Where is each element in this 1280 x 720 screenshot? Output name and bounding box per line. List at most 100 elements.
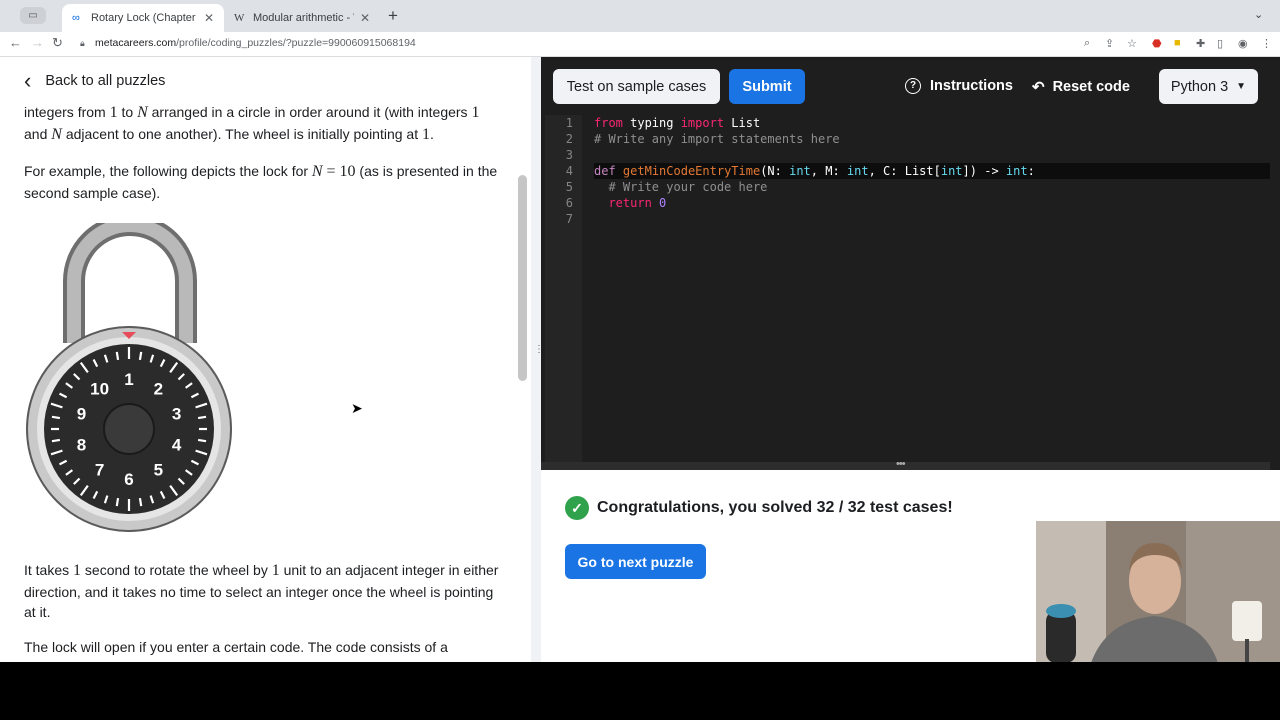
- back-arrow-icon[interactable]: ←: [9, 35, 22, 50]
- code-line[interactable]: def getMinCodeEntryTime(N: int, M: int, …: [594, 163, 1270, 179]
- code-token: int: [846, 164, 869, 178]
- address-bar[interactable]: metacareers.com/profile/coding_puzzles/?…: [95, 37, 416, 49]
- code-line[interactable]: [594, 211, 1270, 227]
- side-panel-icon[interactable]: ▯: [1217, 37, 1223, 50]
- undo-icon: ↶: [1032, 79, 1045, 96]
- submit-button[interactable]: Submit: [729, 69, 805, 104]
- code-token: # Write your code here: [608, 180, 768, 194]
- dial-tick: [138, 351, 143, 361]
- paragraph-example: For example, the following depicts the l…: [24, 161, 502, 203]
- address-toolbar: ← → ↻ 🔒︎ metacareers.com/profile/coding_…: [0, 32, 1280, 57]
- language-label: Python 3: [1170, 78, 1229, 95]
- dial-center: [103, 403, 155, 455]
- reset-code-button[interactable]: ↶ Reset code: [1032, 78, 1130, 96]
- code-line[interactable]: from typing import List: [594, 115, 1270, 131]
- editor-result-splitter[interactable]: •••: [541, 458, 1270, 470]
- extension-icon[interactable]: ■: [1174, 37, 1181, 49]
- dial-tick: [51, 415, 61, 420]
- tab-search-icon[interactable]: ▭: [20, 7, 46, 24]
- code-token: int: [940, 164, 963, 178]
- dial-number: 7: [95, 460, 104, 479]
- line-number-gutter: 1 2 3 4 5 6 7: [545, 115, 582, 462]
- code-line[interactable]: # Write any import statements here: [594, 131, 1270, 147]
- caret-down-icon: ▼: [1236, 81, 1247, 92]
- dial-number: 5: [154, 460, 163, 479]
- adblock-extension-icon[interactable]: ⬣: [1152, 37, 1162, 50]
- menu-kebab-icon[interactable]: ⋮: [1261, 37, 1272, 50]
- meta-favicon-icon: ∞: [72, 12, 80, 24]
- code-token: , M:: [810, 164, 847, 178]
- reload-icon[interactable]: ↻: [52, 35, 63, 51]
- tab-wikipedia[interactable]: W Modular arithmetic - Wikipedi ✕: [224, 4, 380, 32]
- editor-toolbar: Test on sample cases Submit ? Instructio…: [541, 57, 1280, 115]
- close-tab-icon[interactable]: ✕: [360, 11, 370, 25]
- tab-list-chevron-icon[interactable]: ⌄: [1254, 8, 1263, 21]
- dial-number: 6: [124, 470, 133, 489]
- puzzle-extensions-icon[interactable]: ✚: [1196, 37, 1205, 50]
- code-token: ]): [962, 164, 977, 178]
- code-editor[interactable]: 1 2 3 4 5 6 7 from typing import List # W…: [545, 115, 1270, 462]
- dial-tick: [197, 438, 207, 443]
- text: It takes: [24, 562, 70, 578]
- tab-rotary-lock[interactable]: ∞ Rotary Lock (Chapter 1) | Met ✕: [62, 4, 224, 32]
- back-to-puzzles-link[interactable]: ‹ Back to all puzzles: [24, 70, 165, 92]
- test-sample-cases-button[interactable]: Test on sample cases: [553, 69, 720, 104]
- url-host: metacareers.com: [95, 37, 177, 49]
- share-icon[interactable]: ⇪: [1105, 37, 1114, 50]
- code-line[interactable]: [594, 147, 1270, 163]
- new-tab-icon[interactable]: +: [388, 6, 398, 26]
- dial-number: 9: [77, 405, 86, 424]
- line-number: 6: [565, 196, 573, 210]
- profile-icon[interactable]: ◉: [1238, 37, 1248, 50]
- math: 1: [73, 562, 82, 579]
- forward-arrow-icon[interactable]: →: [31, 35, 44, 50]
- instructions-button[interactable]: ? Instructions: [905, 78, 1013, 94]
- code-lines[interactable]: from typing import List # Write any impor…: [594, 115, 1270, 227]
- tab-title: Rotary Lock (Chapter 1) | Met: [91, 12, 198, 24]
- rotary-lock-image: 1 23 45 6 78 910: [26, 223, 232, 532]
- dial-number: 3: [172, 405, 181, 424]
- bookmark-star-icon[interactable]: ☆: [1127, 37, 1137, 50]
- code-token: return: [608, 196, 652, 210]
- drag-handle-icon[interactable]: •••: [896, 458, 906, 470]
- text: .: [430, 125, 434, 142]
- dial-tick: [115, 351, 120, 361]
- code-token: import: [680, 116, 725, 130]
- next-puzzle-button[interactable]: Go to next puzzle: [565, 544, 706, 579]
- line-number: 2: [565, 132, 573, 146]
- line-number: 5: [565, 180, 573, 194]
- dial-tick: [51, 438, 61, 443]
- dial-tick: [138, 497, 143, 507]
- code-token: :: [1027, 164, 1035, 178]
- lock-icon[interactable]: 🔒︎: [80, 38, 85, 49]
- dial-number: 1: [124, 370, 133, 389]
- code-line[interactable]: # Write your code here: [594, 179, 1270, 195]
- language-select[interactable]: Python 3 ▼: [1159, 69, 1258, 104]
- problem-statement-pane: ‹ Back to all puzzles integers from 1 to…: [0, 57, 531, 662]
- paragraph-code: The lock will open if you enter a certai…: [24, 637, 502, 658]
- code-line[interactable]: return 0: [594, 195, 1270, 211]
- code-token: 0: [659, 196, 667, 210]
- text: adjacent to one another). The wheel is i…: [65, 125, 419, 142]
- checkmark-icon: ✓: [565, 496, 589, 520]
- text: For example, the following depicts the l…: [24, 163, 309, 179]
- tab-title: Modular arithmetic - Wikipedi: [253, 12, 354, 24]
- text: second to rotate the wheel by: [84, 562, 268, 578]
- zoom-icon[interactable]: ⌕: [1084, 37, 1090, 50]
- success-message: Congratulations, you solved 32 / 32 test…: [597, 499, 953, 516]
- dial-number: 4: [172, 435, 182, 454]
- code-token: getMinCodeEntryTime: [622, 164, 761, 178]
- paragraph-rotation: It takes 1 second to rotate the wheel by…: [24, 560, 502, 623]
- line-number: 1: [565, 116, 573, 130]
- dial-number: 10: [90, 380, 109, 399]
- math: = 10: [326, 163, 356, 180]
- browser-window: ▭ ∞ Rotary Lock (Chapter 1) | Met ✕ W Mo…: [0, 0, 1280, 662]
- close-tab-icon[interactable]: ✕: [204, 11, 214, 25]
- code-token: typing: [622, 116, 681, 130]
- left-scrollbar[interactable]: [518, 175, 527, 381]
- dial-tick: [115, 497, 120, 507]
- pane-divider[interactable]: ⋮: [531, 57, 544, 662]
- code-token: int: [789, 164, 811, 178]
- line-number: 3: [565, 148, 573, 162]
